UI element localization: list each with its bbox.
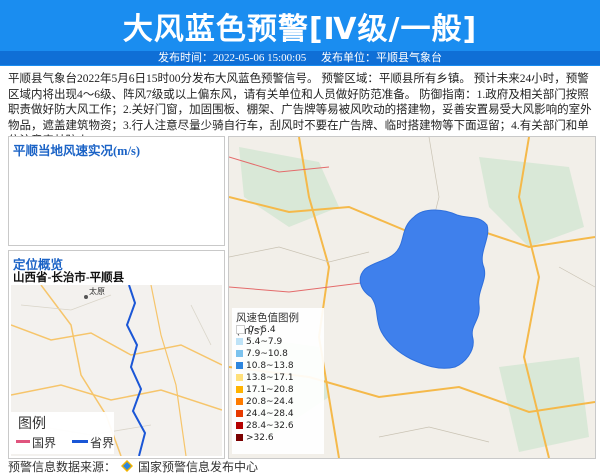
wind-legend-swatch (236, 338, 243, 345)
publisher: 发布单位：平顺县气象台 (320, 52, 442, 64)
provincial-border-label: 省界 (90, 436, 115, 450)
wind-legend-swatch (236, 398, 243, 405)
wind-color-legend: 风速色值图例 (m/s) 0~5.4 5.4~7.9 7.9~10.8 10.8… (232, 308, 324, 454)
wind-legend-item: 7.9~10.8 (236, 349, 288, 360)
wind-legend-item: 20.8~24.4 (236, 397, 294, 408)
publish-time: 发布时间：2022-05-06 15:00:05 (158, 52, 307, 64)
national-border-line-icon (16, 440, 30, 443)
data-source-footer: 预警信息数据来源： 国家预警信息发布中心 (8, 458, 258, 475)
wind-legend-swatch (236, 350, 243, 357)
wind-legend-swatch (236, 410, 243, 417)
wind-legend-swatch (236, 422, 243, 429)
boundary-legend-title: 图例 (18, 416, 46, 432)
data-source-link[interactable]: 国家预警信息发布中心 (138, 460, 258, 474)
wind-legend-item: 24.4~28.4 (236, 409, 294, 420)
wind-speed-panel-title: 平顺当地风速实况(m/s) (13, 144, 141, 158)
publish-info-bar: 发布时间：2022-05-06 15:00:05 发布单位：平顺县气象台 (0, 51, 600, 65)
data-source-prefix: 预警信息数据来源： (8, 460, 117, 474)
wind-legend-item: 13.8~17.1 (236, 373, 294, 384)
wind-legend-swatch (236, 325, 245, 334)
wind-legend-item: 28.4~32.6 (236, 421, 294, 432)
wind-legend-swatch (236, 374, 243, 381)
overview-map-city-label: 太原 (89, 287, 105, 296)
boundary-legend: 图例 国界 省界 (10, 412, 114, 454)
wind-legend-swatch (236, 386, 243, 393)
wind-speed-panel: 平顺当地风速实况(m/s) (8, 136, 225, 246)
wind-legend-item: 10.8~13.8 (236, 361, 294, 372)
warning-center-logo-icon (121, 460, 134, 472)
national-border-label: 国界 (32, 436, 57, 450)
header-banner: 大风蓝色预警[Ⅳ级/一般] 发布时间：2022-05-06 15:00:05 发… (0, 0, 600, 66)
wind-legend-swatch (236, 434, 243, 441)
provincial-border-line-icon (72, 440, 88, 443)
page-title: 大风蓝色预警[Ⅳ级/一般] (122, 12, 478, 47)
wind-legend-item: 0~5.4 (236, 325, 276, 336)
region-path: 山西省-长治市-平顺县 (13, 272, 125, 284)
wind-legend-item: 17.1~20.8 (236, 385, 294, 396)
wind-legend-item: >32.6 (236, 433, 274, 444)
wind-legend-swatch (236, 362, 243, 369)
wind-legend-item: 5.4~7.9 (236, 337, 282, 348)
